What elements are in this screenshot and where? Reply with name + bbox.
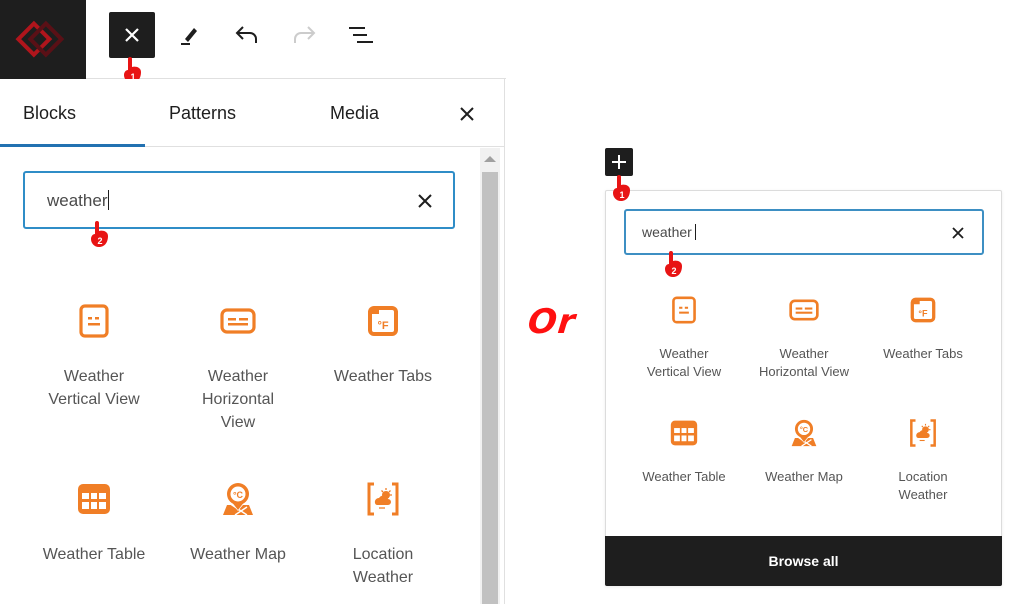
vertical-view-icon xyxy=(76,303,112,339)
redo-icon xyxy=(294,26,316,43)
search-value: weather xyxy=(642,224,696,240)
tabs-fahrenheit-icon: °F xyxy=(365,303,401,339)
quick-block-location-weather[interactable]: Location Weather xyxy=(861,418,985,504)
quick-search-input[interactable]: weather xyxy=(624,209,984,255)
hand-pointer-icon: 1 xyxy=(613,175,630,201)
horizontal-view-icon xyxy=(220,303,256,339)
active-tab-indicator xyxy=(0,144,145,147)
quick-block-weather-horizontal-view[interactable]: Weather Horizontal View xyxy=(742,295,866,381)
panel-scrollbar[interactable] xyxy=(480,148,500,604)
table-icon xyxy=(669,418,699,448)
quick-block-weather-table[interactable]: Weather Table xyxy=(622,418,746,486)
scroll-thumb[interactable] xyxy=(482,172,498,604)
vertical-view-icon xyxy=(669,295,699,325)
close-icon xyxy=(952,227,964,239)
block-search-input[interactable]: weather xyxy=(23,171,455,229)
close-icon xyxy=(418,194,432,208)
block-label: Weather Table xyxy=(642,469,726,484)
block-label: Weather Vertical View xyxy=(48,368,140,408)
clear-search-button[interactable] xyxy=(415,191,435,211)
step-badge: 2 xyxy=(671,266,676,276)
svg-text:°F: °F xyxy=(377,320,388,332)
tab-blocks[interactable]: Blocks xyxy=(23,79,76,147)
logo-diamonds-icon xyxy=(15,20,65,58)
svg-text:°C: °C xyxy=(800,425,809,434)
map-pin-celsius-icon: °C xyxy=(220,481,256,517)
quick-block-weather-tabs[interactable]: °F Weather Tabs xyxy=(861,295,985,363)
text-caret xyxy=(108,190,110,210)
plus-icon xyxy=(612,155,626,169)
block-item-weather-map[interactable]: °C Weather Map xyxy=(168,481,308,566)
block-inserter-panel: Blocks Patterns Media weather 2 Weather V… xyxy=(0,79,505,604)
step-badge: 2 xyxy=(97,236,102,246)
block-label: Weather Horizontal View xyxy=(201,368,275,431)
hand-pointer-annotation-2: 2 xyxy=(663,250,685,278)
inserter-tabs: Blocks Patterns Media xyxy=(0,79,504,147)
close-panel-button[interactable] xyxy=(454,101,480,127)
hand-pointer-icon: 2 xyxy=(91,221,108,247)
block-label: Location Weather xyxy=(898,469,948,502)
tab-media[interactable]: Media xyxy=(330,79,379,147)
block-item-location-weather[interactable]: Location Weather xyxy=(313,481,453,589)
site-logo[interactable] xyxy=(0,0,86,79)
svg-text:°F: °F xyxy=(918,309,928,319)
block-label: Weather Map xyxy=(765,469,843,484)
browse-all-button[interactable]: Browse all xyxy=(605,536,1002,586)
search-value: weather xyxy=(47,190,110,210)
step-badge: 1 xyxy=(619,190,624,200)
block-item-weather-horizontal-view[interactable]: Weather Horizontal View xyxy=(168,303,308,434)
block-label: Weather Tabs xyxy=(883,346,963,361)
close-icon xyxy=(460,107,474,121)
map-pin-celsius-icon: °C xyxy=(789,418,819,448)
block-label: Weather Vertical View xyxy=(646,346,722,379)
redo-button[interactable] xyxy=(281,12,327,58)
text-caret xyxy=(694,224,696,240)
tabs-fahrenheit-icon: °F xyxy=(908,295,938,325)
document-overview-button[interactable] xyxy=(338,12,384,58)
block-item-weather-tabs[interactable]: °F Weather Tabs xyxy=(313,303,453,388)
quick-block-weather-vertical-view[interactable]: Weather Vertical View xyxy=(622,295,746,381)
scroll-up-arrow-icon[interactable] xyxy=(484,156,496,162)
location-weather-icon xyxy=(365,481,401,517)
block-label: Weather Map xyxy=(190,546,286,563)
location-weather-icon xyxy=(908,418,938,448)
undo-button[interactable] xyxy=(224,12,270,58)
close-inserter-button[interactable] xyxy=(109,12,155,58)
list-view-icon xyxy=(349,27,373,43)
horizontal-view-icon xyxy=(789,295,819,325)
pencil-icon xyxy=(181,28,197,45)
block-label: Weather Tabs xyxy=(333,368,433,385)
hand-pointer-icon: 2 xyxy=(665,251,682,277)
block-item-weather-vertical-view[interactable]: Weather Vertical View xyxy=(24,303,164,411)
undo-icon xyxy=(235,26,257,43)
hand-pointer-annotation-1: 1 xyxy=(611,174,633,202)
table-icon xyxy=(76,481,112,517)
add-block-button[interactable] xyxy=(605,148,633,176)
block-label: Weather Horizontal View xyxy=(758,346,850,379)
or-separator: Or xyxy=(525,302,578,342)
block-label: Location Weather xyxy=(352,546,414,586)
quick-block-weather-map[interactable]: °C Weather Map xyxy=(742,418,866,486)
svg-text:°C: °C xyxy=(233,490,244,500)
block-item-weather-table[interactable]: Weather Table xyxy=(24,481,164,566)
tab-patterns[interactable]: Patterns xyxy=(169,79,236,147)
tools-button[interactable] xyxy=(166,12,212,58)
close-icon xyxy=(125,28,139,42)
clear-search-button[interactable] xyxy=(950,225,966,241)
hand-pointer-annotation-2: 2 xyxy=(89,220,111,248)
block-label: Weather Table xyxy=(42,546,146,563)
